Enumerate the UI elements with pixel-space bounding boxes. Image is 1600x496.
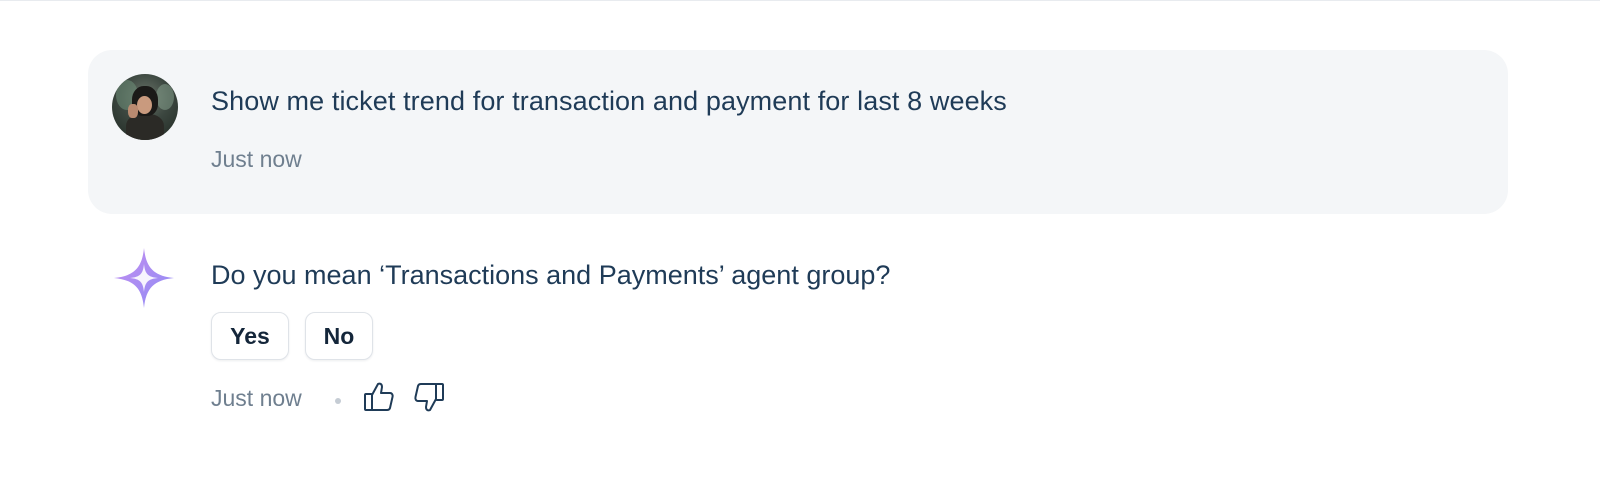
user-message-timestamp: Just now	[211, 146, 302, 172]
user-avatar	[112, 74, 178, 140]
top-divider	[0, 0, 1600, 1]
user-message-text: Show me ticket trend for transaction and…	[211, 86, 1007, 116]
assistant-message-text: Do you mean ‘Transactions and Payments’ …	[211, 260, 891, 290]
thumbs-down-icon[interactable]	[412, 380, 446, 414]
assistant-message-timestamp: Just now	[211, 385, 302, 411]
yes-button[interactable]: Yes	[211, 312, 289, 360]
separator-dot	[335, 398, 341, 404]
thumbs-up-icon[interactable]	[362, 380, 396, 414]
user-message-bubble: Show me ticket trend for transaction and…	[88, 50, 1508, 214]
sparkle-icon	[112, 246, 176, 310]
no-button[interactable]: No	[305, 312, 373, 360]
